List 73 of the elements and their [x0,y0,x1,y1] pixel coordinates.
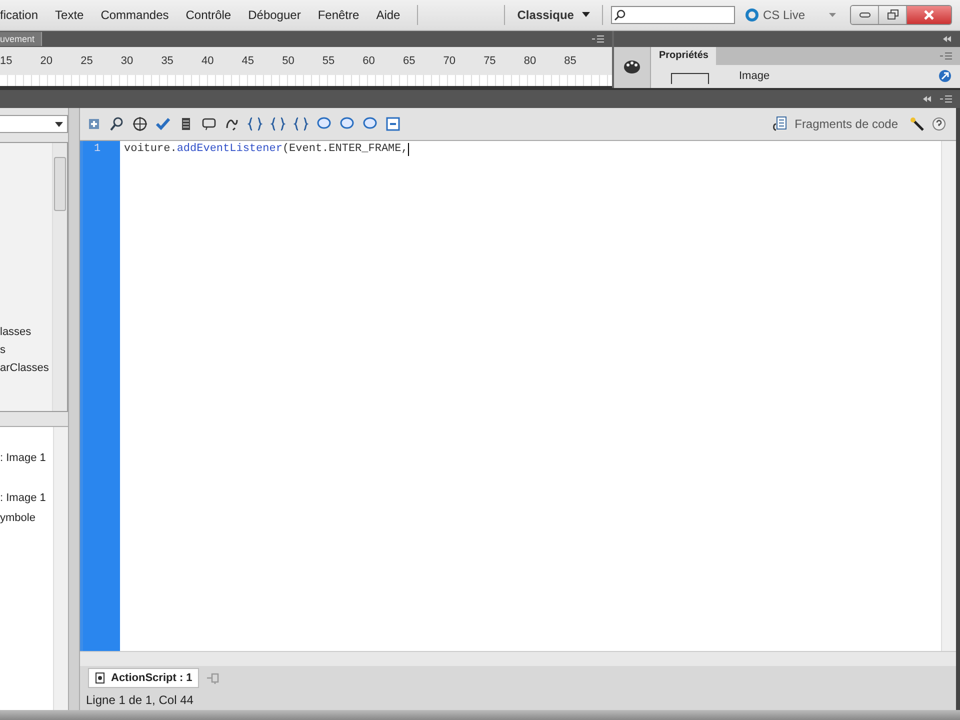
tree-item[interactable]: lasses [0,326,52,342]
check-icon[interactable] [155,116,171,132]
property-label: Image [739,70,770,82]
caret-icon [582,12,590,18]
tree-item[interactable]: arClasses [0,362,52,378]
frame-number: 80 [524,55,538,69]
minimize-button[interactable] [851,6,879,24]
code-line: voiture.addEventListener(Event.ENTER_FRAME, [124,143,408,155]
frame-number: 35 [161,55,174,69]
caret-icon [829,12,836,18]
list-item[interactable]: : Image 1 [0,492,53,512]
snippets-icon [772,116,788,132]
close-button[interactable] [907,6,951,24]
frame-number: 20 [40,55,54,69]
search-icon [614,9,626,21]
frame-number: 85 [564,55,578,69]
menu-item[interactable]: Contrôle [178,8,240,22]
frame-number: 15 [0,55,14,69]
menu-item[interactable]: Commandes [92,8,178,22]
menu-item[interactable]: Aide [368,8,410,22]
list-item[interactable]: ymbole [0,512,53,532]
restore-icon [886,9,898,21]
scrollbar[interactable] [52,143,67,411]
frame-thumbnail [671,73,709,84]
list-item[interactable]: : Image 1 [0,452,53,472]
frame-number: 50 [282,55,296,69]
frame-number: 65 [402,55,416,69]
frame-number: 55 [322,55,336,69]
search-icon[interactable] [109,116,125,132]
script-tab[interactable]: ActionScript : 1 [88,668,200,688]
cs-live-button[interactable]: CS Live [762,8,805,22]
frame-number: 30 [120,55,134,69]
scrollbar[interactable] [80,651,956,666]
frame-number: 25 [80,55,94,69]
properties-tab[interactable]: Propriétés [651,47,716,65]
search-field[interactable] [610,6,735,24]
frame-number: 60 [362,55,376,69]
panel-menu-icon[interactable] [940,52,952,60]
scrollbar[interactable] [53,427,68,710]
code-editor[interactable]: 1 voiture.addEventListener(Event.ENTER_FRAME, [80,140,956,651]
menu-item[interactable]: fication [0,8,48,22]
frame-number: 70 [443,55,457,69]
menu-item[interactable]: Fenêtre [310,8,368,22]
braces-icon[interactable] [247,116,263,132]
panel-icon[interactable] [385,116,401,132]
braces-icon[interactable] [270,116,286,132]
frame-track[interactable] [0,75,612,86]
restore-button[interactable] [879,6,907,24]
menu-item[interactable]: Déboguer [240,8,310,22]
frame-number: 75 [484,55,497,69]
panel-tab[interactable]: uvement [0,32,42,46]
palette-icon[interactable] [623,59,641,75]
cs-live-icon [744,8,759,22]
workspace-dropdown[interactable]: Classique [513,8,594,22]
document-icon [95,672,105,684]
collapse-handle[interactable] [68,108,80,710]
frame-number: 40 [201,55,215,69]
status-text: Ligne 1 de 1, Col 44 [86,693,194,707]
dropdown[interactable] [0,115,68,133]
menu-item[interactable]: Texte [47,8,93,22]
code-snippets-button[interactable]: Fragments de code [794,117,898,131]
crosshair-icon[interactable] [132,116,148,132]
minimize-icon [858,12,870,18]
add-icon[interactable] [86,116,102,132]
close-icon [923,10,935,20]
bubble-icon[interactable] [201,116,217,132]
tree-item[interactable]: s [0,344,52,360]
scrollbar[interactable] [941,141,956,651]
caret-icon [55,122,63,126]
line-number: 1 [93,143,102,155]
wand-icon[interactable] [909,116,925,132]
braces-icon[interactable] [293,116,309,132]
frame-number: 45 [242,55,256,69]
